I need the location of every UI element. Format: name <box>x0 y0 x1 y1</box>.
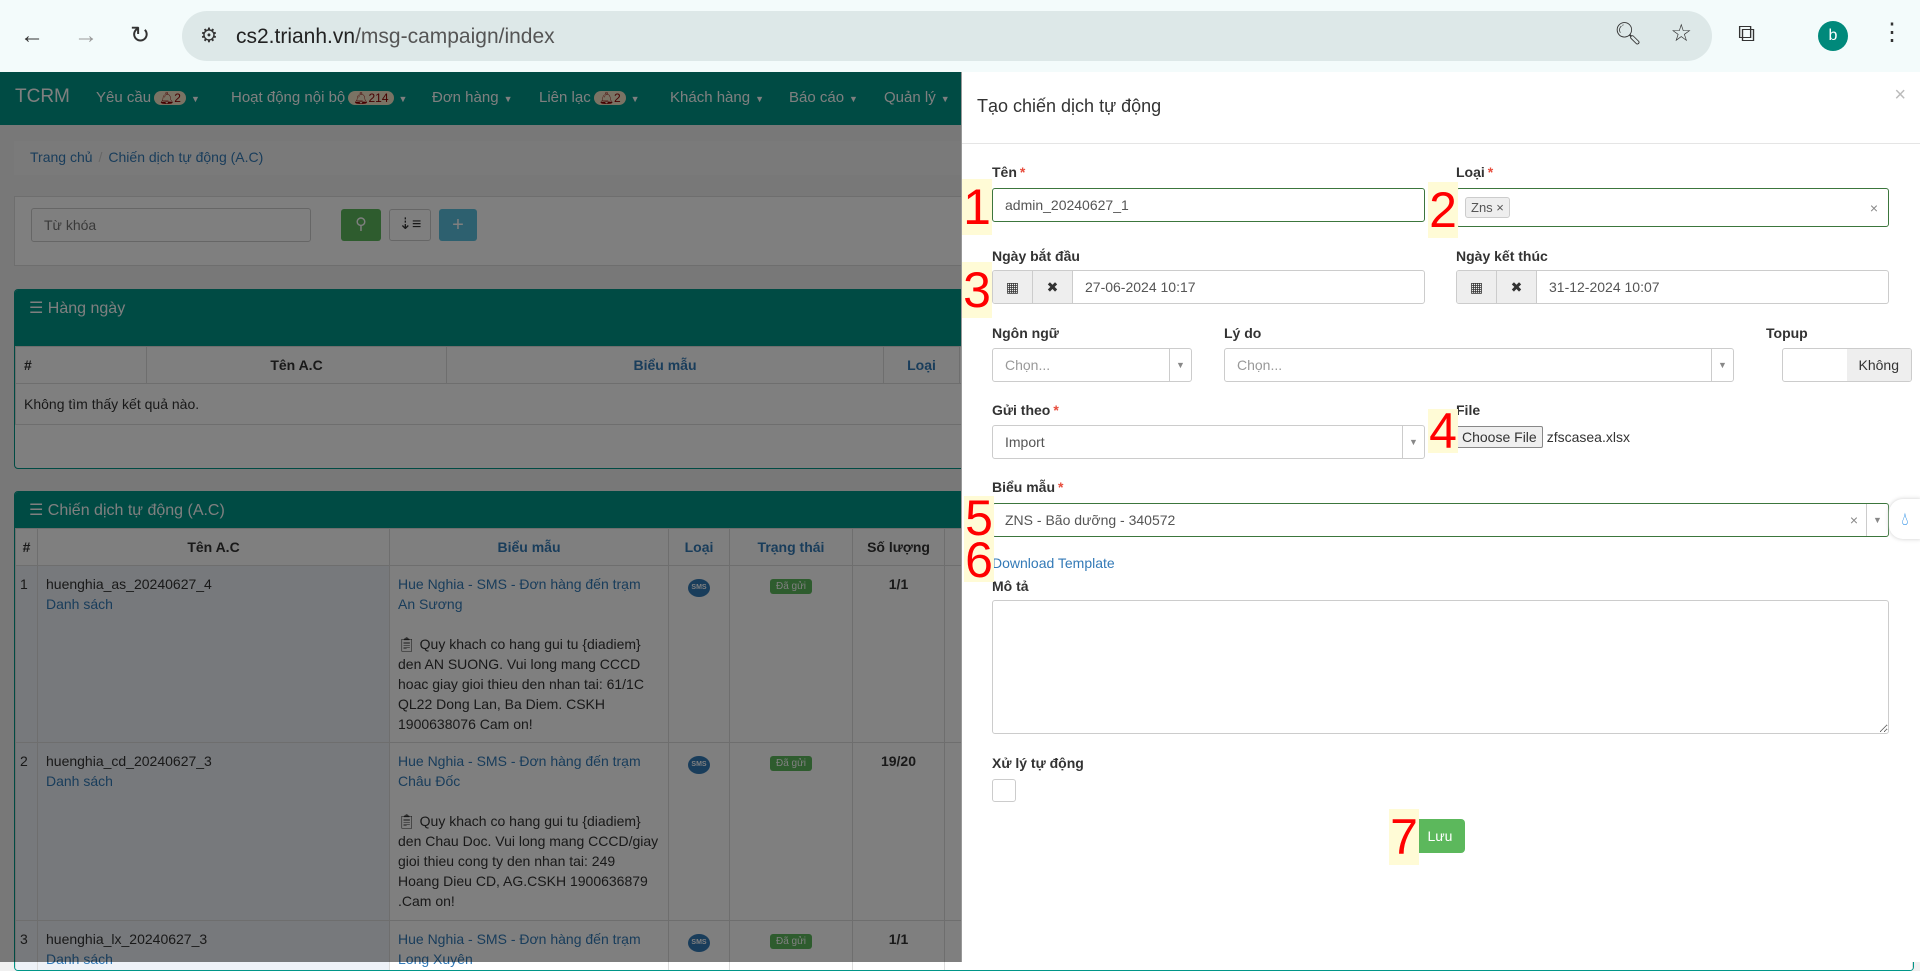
url-host: cs2.trianh.vn <box>236 25 355 48</box>
browser-toolbar: ← → ↻ ⚙ cs2.trianh.vn/msg-campaign/index… <box>0 0 1920 72</box>
type-label: Loại* <box>1456 164 1493 180</box>
clear-icon[interactable]: × <box>1850 512 1858 528</box>
choose-file-button[interactable]: Choose File <box>1456 426 1543 448</box>
calendar-icon[interactable]: ▦ <box>1457 271 1497 303</box>
description-textarea[interactable] <box>992 600 1889 734</box>
file-name: zfscasea.xlsx <box>1547 429 1630 445</box>
start-date-label: Ngày bắt đầu <box>992 248 1080 264</box>
reason-label: Lý do <box>1224 325 1261 341</box>
clear-date-icon[interactable]: ✖ <box>1033 271 1073 303</box>
download-template-link[interactable]: Download Template <box>992 555 1115 571</box>
end-date-value[interactable]: 31-12-2024 10:07 <box>1537 279 1660 295</box>
auto-process-label: Xử lý tự động <box>992 755 1084 771</box>
caret-down-icon: ▼ <box>1711 349 1733 381</box>
caret-down-icon: ▼ <box>1402 426 1424 458</box>
topup-label: Topup <box>1766 325 1808 341</box>
zoom-icon[interactable]: 🔍︎ <box>1614 21 1642 47</box>
forward-icon[interactable]: → <box>68 18 104 54</box>
close-icon[interactable]: × <box>1894 84 1906 107</box>
marker-2: 2 <box>1428 182 1458 238</box>
send-by-select[interactable]: Import▼ <box>992 425 1425 459</box>
clear-icon[interactable]: × <box>1870 200 1878 216</box>
marker-7: 7 <box>1389 809 1419 865</box>
language-select[interactable]: Chọn...▼ <box>992 348 1192 382</box>
remove-tag-icon[interactable]: × <box>1496 200 1504 215</box>
back-icon[interactable]: ← <box>14 18 50 54</box>
modal-backdrop[interactable] <box>0 72 961 962</box>
address-bar[interactable]: ⚙ cs2.trianh.vn/msg-campaign/index 🔍︎ ☆ <box>182 11 1712 61</box>
site-settings-icon[interactable]: ⚙ <box>200 23 218 48</box>
description-label: Mô tả <box>992 578 1029 594</box>
name-input[interactable]: admin_20240627_1 <box>992 188 1425 222</box>
extension-droplet-icon[interactable]: 💧︎ <box>1889 499 1920 539</box>
type-tag: Zns × <box>1465 197 1510 218</box>
url-path: /msg-campaign/index <box>355 25 555 48</box>
start-date-picker[interactable]: ▦✖ 27-06-2024 10:17 <box>992 270 1425 304</box>
start-date-value[interactable]: 27-06-2024 10:17 <box>1073 279 1196 295</box>
template-label: Biểu mẫu* <box>992 479 1063 495</box>
send-by-label: Gửi theo* <box>992 402 1059 418</box>
modal-title: Tạo chiến dịch tự động <box>977 96 1161 117</box>
marker-4: 4 <box>1428 409 1458 453</box>
reload-icon[interactable]: ↻ <box>122 18 158 54</box>
topup-addon: Không <box>1847 349 1911 381</box>
caret-down-icon: ▼ <box>1169 349 1191 381</box>
avatar[interactable]: b <box>1818 21 1848 51</box>
marker-3: 3 <box>962 262 992 318</box>
reason-select[interactable]: Chọn...▼ <box>1224 348 1734 382</box>
topup-input[interactable]: Không <box>1782 348 1912 382</box>
name-label: Tên* <box>992 164 1025 180</box>
end-date-picker[interactable]: ▦✖ 31-12-2024 10:07 <box>1456 270 1889 304</box>
type-multiselect[interactable]: Zns × × <box>1456 188 1889 227</box>
extensions-icon[interactable]: ⧉ <box>1738 20 1755 48</box>
file-input[interactable]: Choose File zfscasea.xlsx <box>1456 426 1630 448</box>
star-icon[interactable]: ☆ <box>1670 19 1692 48</box>
menu-icon[interactable]: ⋮ <box>1880 18 1904 47</box>
file-label: File <box>1456 402 1480 418</box>
calendar-icon[interactable]: ▦ <box>993 271 1033 303</box>
marker-1: 1 <box>962 179 992 235</box>
clear-date-icon[interactable]: ✖ <box>1497 271 1537 303</box>
end-date-label: Ngày kết thúc <box>1456 248 1548 264</box>
language-label: Ngôn ngữ <box>992 325 1059 341</box>
save-button[interactable]: Lưu <box>1415 819 1465 853</box>
create-campaign-modal: Tạo chiến dịch tự động × Tên* admin_2024… <box>961 72 1920 962</box>
caret-down-icon: ▼ <box>1866 504 1888 536</box>
marker-6: 6 <box>964 538 994 582</box>
auto-process-checkbox[interactable] <box>992 779 1016 802</box>
template-select[interactable]: ZNS - Bão dưỡng - 340572×▼ <box>992 503 1889 537</box>
divider <box>962 143 1920 144</box>
